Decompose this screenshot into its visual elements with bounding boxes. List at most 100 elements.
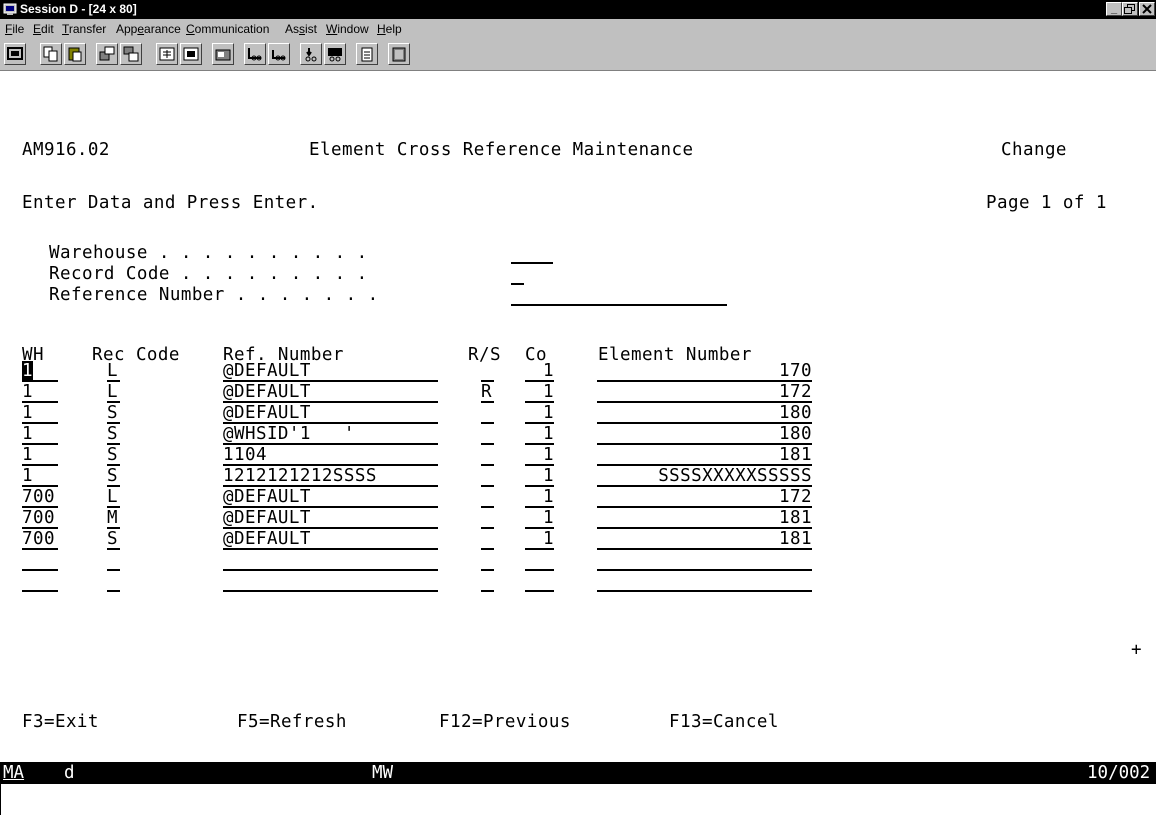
element-number-field[interactable]: 180 (597, 424, 812, 445)
fkey-exit[interactable]: F3=Exit (22, 712, 99, 732)
rec-code-field[interactable]: S (107, 445, 120, 466)
co-field[interactable]: 1 (525, 445, 554, 466)
element-number-field[interactable]: 181 (597, 529, 812, 550)
co-field[interactable]: 1 (525, 403, 554, 424)
co-field[interactable]: 1 (525, 361, 554, 382)
window-title-bar[interactable]: Session D - [24 x 80] _ (0, 0, 1156, 19)
rec-code-field[interactable]: M (107, 508, 120, 529)
wh-field[interactable] (22, 550, 58, 571)
rec-code-field[interactable]: L (107, 361, 120, 382)
rs-field[interactable] (481, 361, 494, 382)
stop-button[interactable] (300, 43, 322, 65)
menu-appearance[interactable]: Appearance (116, 22, 181, 36)
element-number-field[interactable]: 172 (597, 487, 812, 508)
rs-field[interactable] (481, 403, 494, 424)
ref-number-field[interactable]: @DEFAULT (223, 508, 438, 529)
menu-file[interactable]: File (5, 22, 24, 36)
rs-field[interactable] (481, 487, 494, 508)
rec-code-field[interactable]: S (107, 466, 120, 487)
help-button[interactable] (388, 43, 410, 65)
wh-field[interactable]: 700 (22, 508, 58, 529)
co-field[interactable]: 1 (525, 529, 554, 550)
co-field[interactable]: 1 (525, 508, 554, 529)
restore-button[interactable] (1122, 2, 1138, 16)
wh-field[interactable]: 1 (22, 424, 58, 445)
pause-button[interactable] (324, 43, 346, 65)
copy-button[interactable] (40, 43, 62, 65)
menu-communication[interactable]: Communication (186, 22, 269, 36)
ref-number-field[interactable]: @DEFAULT (223, 382, 438, 403)
keypad-button[interactable] (180, 43, 202, 65)
co-field[interactable]: 1 (525, 382, 554, 403)
co-field[interactable]: 1 (525, 424, 554, 445)
macro-button[interactable] (212, 43, 234, 65)
rec-code-field[interactable] (107, 571, 120, 592)
ref-number-field[interactable]: @DEFAULT (223, 403, 438, 424)
element-number-field[interactable] (597, 550, 812, 571)
rs-field[interactable] (481, 445, 494, 466)
fkey-cancel[interactable]: F13=Cancel (669, 712, 779, 732)
clipboard-button[interactable] (356, 43, 378, 65)
wh-field[interactable]: 1 (22, 403, 58, 424)
rs-field[interactable] (481, 424, 494, 445)
ref-number-field[interactable]: 1104 (223, 445, 438, 466)
ref-number-field[interactable]: @DEFAULT (223, 487, 438, 508)
rs-field[interactable] (481, 571, 494, 592)
rec-code-field[interactable]: S (107, 424, 120, 445)
wh-field[interactable]: 700 (22, 487, 58, 508)
wh-field[interactable]: 1 (22, 382, 58, 403)
element-number-field[interactable]: 181 (597, 445, 812, 466)
menu-help[interactable]: Help (377, 22, 402, 36)
wh-field[interactable] (22, 571, 58, 592)
wh-field[interactable]: 1 (22, 466, 58, 487)
element-number-field[interactable]: 172 (597, 382, 812, 403)
element-number-field[interactable]: 181 (597, 508, 812, 529)
menu-edit[interactable]: Edit (33, 22, 54, 36)
rs-field[interactable] (481, 508, 494, 529)
display-button[interactable] (156, 43, 178, 65)
ref-number-field[interactable]: @DEFAULT (223, 361, 438, 382)
wh-field[interactable]: 700 (22, 529, 58, 550)
rec-code-field[interactable]: S (107, 529, 120, 550)
rs-field[interactable] (481, 529, 494, 550)
rec-code-field[interactable] (107, 550, 120, 571)
ref-number-field[interactable]: 1212121212SSSS (223, 466, 438, 487)
element-number-field[interactable]: 180 (597, 403, 812, 424)
rs-field[interactable]: R (481, 382, 494, 403)
fkey-previous[interactable]: F12=Previous (439, 712, 571, 732)
element-number-field[interactable]: SSSSXXXXXSSSSS (597, 466, 812, 487)
record-button[interactable] (244, 43, 266, 65)
record-code-input[interactable] (511, 264, 524, 285)
rs-field[interactable] (481, 466, 494, 487)
wh-field[interactable]: 1 (22, 445, 58, 466)
record-code-label: Record Code . . . . . . . . . (49, 264, 368, 284)
paste-button[interactable] (64, 43, 86, 65)
play-button[interactable] (268, 43, 290, 65)
menu-assist[interactable]: Assist (285, 22, 317, 36)
rec-code-field[interactable]: L (107, 487, 120, 508)
minimize-button[interactable]: _ (1106, 2, 1122, 16)
ref-number-field[interactable] (223, 550, 438, 571)
rec-code-field[interactable]: L (107, 382, 120, 403)
ref-number-field[interactable]: @DEFAULT (223, 529, 438, 550)
element-number-field[interactable]: 170 (597, 361, 812, 382)
element-number-field[interactable] (597, 571, 812, 592)
send-button[interactable] (96, 43, 118, 65)
rec-code-field[interactable]: S (107, 403, 120, 424)
reference-number-input[interactable] (511, 285, 727, 306)
wh-field[interactable]: 1 (22, 361, 58, 382)
menu-transfer[interactable]: Transfer (62, 22, 106, 36)
fkey-refresh[interactable]: F5=Refresh (237, 712, 347, 732)
warehouse-input[interactable] (511, 243, 553, 264)
print-screen-button[interactable] (4, 43, 26, 65)
co-field[interactable]: 1 (525, 466, 554, 487)
co-field[interactable] (525, 571, 554, 592)
receive-button[interactable] (120, 43, 142, 65)
ref-number-field[interactable]: @WHSID'1 ' (223, 424, 438, 445)
close-button[interactable] (1139, 2, 1155, 16)
rs-field[interactable] (481, 550, 494, 571)
co-field[interactable]: 1 (525, 487, 554, 508)
ref-number-field[interactable] (223, 571, 438, 592)
menu-window[interactable]: Window (326, 22, 369, 36)
co-field[interactable] (525, 550, 554, 571)
